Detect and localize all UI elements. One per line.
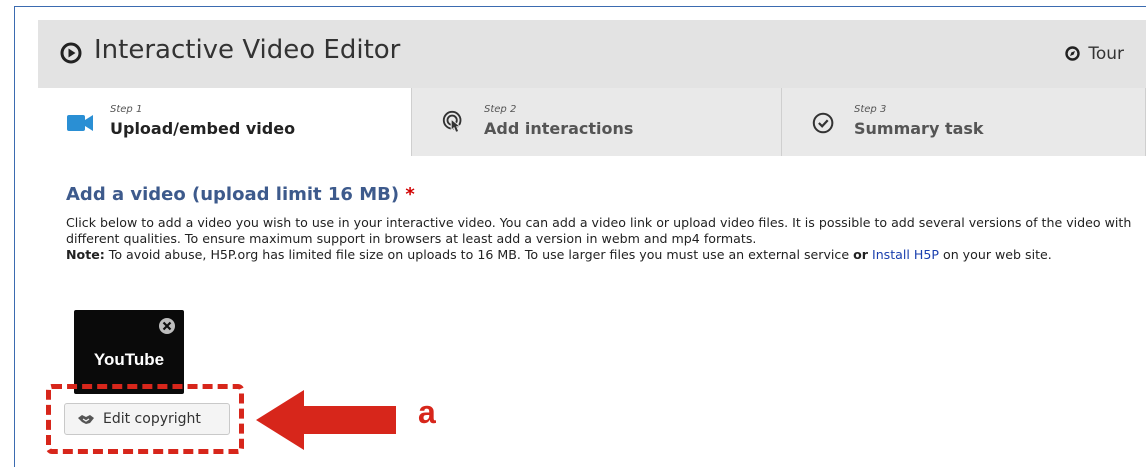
install-h5p-link[interactable]: Install H5P [872,247,939,262]
remove-icon[interactable] [158,317,176,335]
annotation-highlight-box [46,384,244,454]
page-title: Interactive Video Editor [94,35,401,65]
tab-step-number: Step 1 [110,104,143,115]
tour-label: Tour [1088,44,1124,64]
editor-header: Interactive Video Editor Tour [38,20,1146,89]
required-marker: * [405,184,415,205]
video-thumbnail[interactable]: YouTube [74,310,184,394]
tab-step-number: Step 3 [854,104,887,115]
annotation-arrow-icon [256,390,396,450]
play-circle-icon [60,42,82,64]
note-text: To avoid abuse, H5P.org has limited file… [104,247,854,262]
tab-add-interactions[interactable]: Step 2 Add interactions [412,88,782,156]
tab-step-number: Step 2 [484,104,517,115]
tab-upload-embed-video[interactable]: Step 1 Upload/embed video [38,88,412,156]
check-circle-icon [812,112,834,134]
description-text: Click below to add a video you wish to u… [66,215,1132,246]
compass-icon [1065,46,1081,61]
tour-button[interactable]: Tour [1065,44,1124,64]
video-camera-icon [67,115,93,131]
touch-pointer-icon [442,110,462,133]
note-label: Note: [66,247,105,262]
step-tabs: Step 1 Upload/embed video Step 2 Add int… [38,88,1146,156]
video-source-label: YouTube [93,350,165,369]
section-title: Add a video (upload limit 16 MB) * [66,184,1146,205]
section-title-text: Add a video (upload limit 16 MB) [66,184,400,205]
tab-label: Add interactions [484,119,634,138]
note-text-end: on your web site. [938,247,1052,262]
section-description: Click below to add a video you wish to u… [66,215,1136,263]
tab-label: Summary task [854,119,984,138]
tab-summary-task[interactable]: Step 3 Summary task [782,88,1146,156]
video-upload-section: Add a video (upload limit 16 MB) * Click… [66,184,1146,263]
note-or: or [853,247,868,262]
annotation-label: a [418,394,436,430]
tab-label: Upload/embed video [110,119,296,138]
